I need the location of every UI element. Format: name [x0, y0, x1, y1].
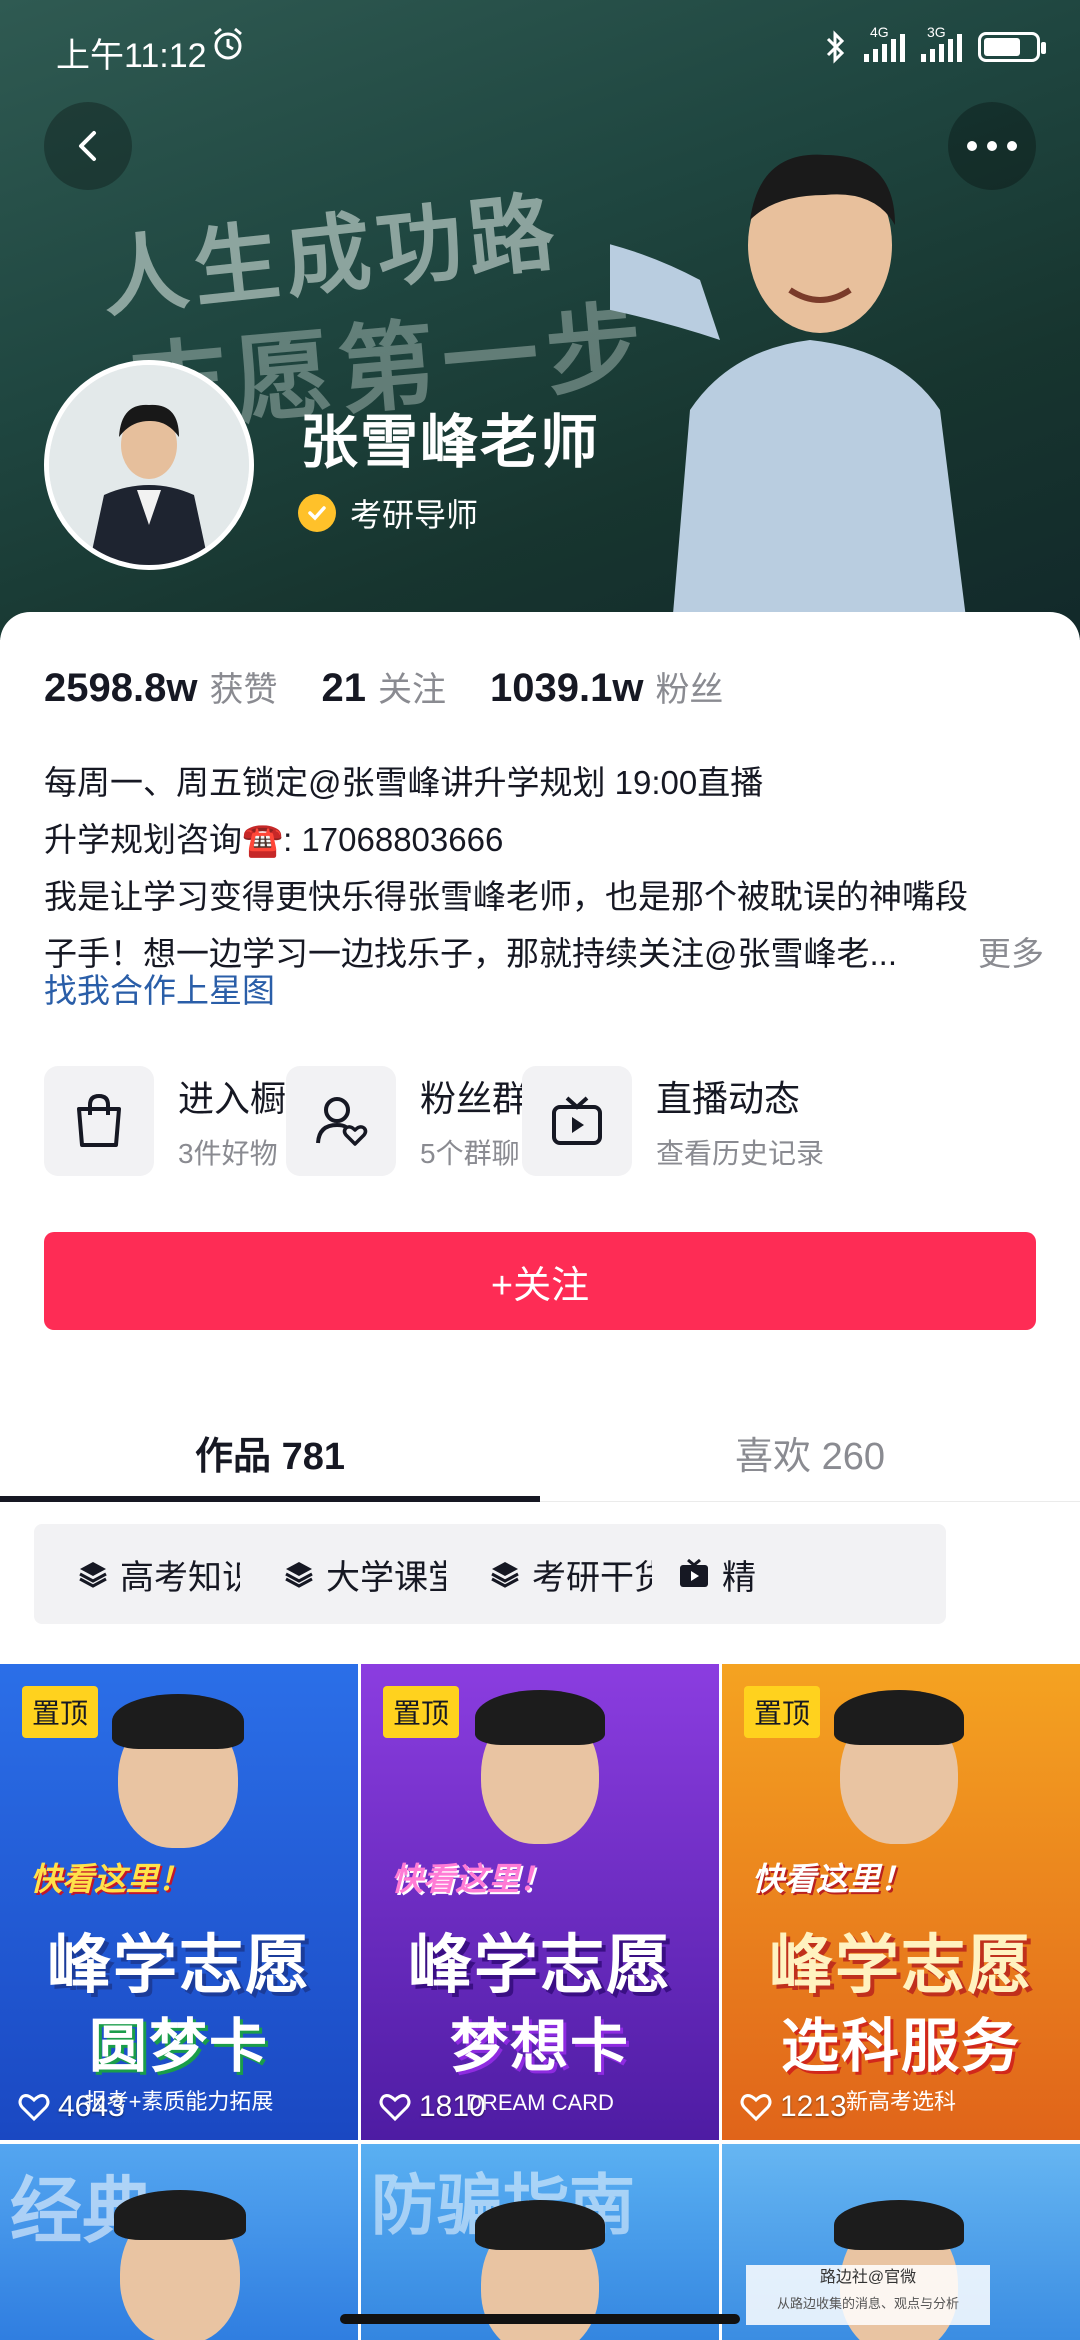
following-count[interactable]: 21 — [321, 666, 366, 711]
thumbnail-title: 峰学志愿 — [769, 1929, 1033, 2001]
profile-entries: 进入橱窗 3件好物 粉丝群 5个群聊 直播动态 查看历史记录 — [44, 1066, 1080, 1178]
pinned-badge: 置顶 — [744, 1686, 821, 1738]
video-grid: 置顶 快看这里！ 峰学志愿 圆梦卡 报考+素质能力拓展 4643 置顶 快看这里… — [0, 1664, 1080, 2340]
status-bar: 上午11:12 4G 3G — [0, 0, 1080, 95]
verified-check-icon — [298, 494, 336, 532]
followers-count[interactable]: 1039.1w — [490, 666, 643, 711]
signal-4g-icon: 4G — [864, 24, 905, 62]
thumbnail-title: 峰学志愿 — [408, 1929, 672, 2001]
entry-fan-group[interactable]: 粉丝群 5个群聊 — [286, 1066, 528, 1176]
thumbnail-hook-text: 快看这里！ — [752, 1861, 913, 1897]
follow-button[interactable]: +关注 — [44, 1232, 1036, 1330]
thumbnail-subtitle: 圆梦卡 — [88, 2014, 269, 2079]
home-indicator[interactable] — [340, 2314, 740, 2324]
tv-icon — [522, 1066, 632, 1176]
collection-chip-label: 考研干货 — [532, 1558, 668, 1597]
thumbnail-subtitle: 选科服务 — [780, 2014, 1021, 2079]
collection-chip-featured[interactable]: 精 — [652, 1524, 946, 1624]
thumbnail-title: 峰学志愿 — [47, 1929, 311, 2001]
profile-card: 2598.8w 获赞 21 关注 1039.1w 粉丝 每周一、周五锁定@张雪峰… — [0, 612, 1080, 2340]
collection-chip-label: 高考知识 — [120, 1558, 256, 1597]
heart-icon — [740, 2094, 772, 2122]
likes-label: 获赞 — [209, 671, 278, 709]
watermark-line-1: 路边社@官微 — [819, 2269, 917, 2286]
signal-3g-icon: 3G — [921, 24, 962, 62]
layers-icon — [491, 1562, 519, 1588]
bio-line-2: 升学规划咨询☎️: 17068803666 — [44, 821, 504, 858]
collection-chip-label: 精 — [722, 1558, 756, 1597]
thumbnail-hook-text: 快看这里！ — [391, 1861, 552, 1897]
avatar-image — [49, 365, 249, 565]
fan-group-icon — [286, 1066, 396, 1176]
video-likes: 1213 — [740, 2090, 847, 2124]
video-likes-count: 4643 — [58, 2090, 125, 2123]
heart-icon — [379, 2094, 411, 2122]
likes-count: 2598.8w — [44, 666, 198, 710]
collection-chips: 高考知识 大学课堂 考研干货 精 — [34, 1524, 1080, 1624]
alarm-icon — [214, 27, 242, 60]
entry-fan-group-subtitle: 5个群聊 — [420, 1138, 520, 1169]
pinned-badge: 置顶 — [22, 1686, 99, 1738]
video-likes-count: 1213 — [780, 2090, 847, 2123]
tab-works[interactable]: 作品 781 — [0, 1402, 540, 1502]
battery-icon — [978, 32, 1046, 62]
video-likes: 1810 — [379, 2090, 486, 2124]
entry-fan-group-title: 粉丝群 — [420, 1078, 529, 1119]
thumbnail-hook-text: 快看这里！ — [30, 1861, 191, 1897]
thumbnail-subtitle: 梦想卡 — [449, 2014, 630, 2079]
video-tile-2[interactable]: 置顶 快看这里！ 峰学志愿 梦想卡 DREAM CARD 1810 — [361, 1664, 719, 2140]
entry-live-title: 直播动态 — [656, 1078, 801, 1119]
active-tab-indicator — [0, 1496, 540, 1502]
following-label[interactable]: 关注 — [378, 662, 446, 711]
profile-bio: 每周一、周五锁定@张雪峰讲升学规划 19:00直播 升学规划咨询☎️: 1706… — [44, 754, 1044, 982]
layers-icon — [285, 1562, 313, 1588]
video-tile-3[interactable]: 置顶 快看这里！ 峰学志愿 选科服务 新高考选科 1213 — [722, 1664, 1080, 2140]
profile-nickname: 张雪峰老师 — [300, 410, 601, 475]
tab-likes[interactable]: 喜欢 260 — [540, 1402, 1080, 1502]
entry-live-updates[interactable]: 直播动态 查看历史记录 — [522, 1066, 824, 1176]
profile-cover: 人生成功路 志愿第一步 上午11:12 4G 3G 张雪峰老师 考研导师 — [0, 0, 1080, 640]
collection-chip-label: 大学课堂 — [326, 1558, 462, 1597]
video-tile-4[interactable]: 经典 — [0, 2144, 358, 2340]
cover-teacher-image — [610, 154, 969, 640]
pinned-badge: 置顶 — [383, 1686, 460, 1738]
watermark: 路边社@官微 从路边收集的消息、观点与分析 — [746, 2265, 990, 2325]
more-button[interactable] — [948, 102, 1036, 190]
more-dots-icon — [967, 141, 1017, 151]
back-button[interactable] — [44, 102, 132, 190]
content-tabs: 作品 781 喜欢 260 — [0, 1402, 1080, 1502]
video-likes: 4643 — [18, 2090, 125, 2124]
avatar[interactable] — [44, 360, 254, 570]
bio-line-1: 每周一、周五锁定@张雪峰讲升学规划 19:00直播 — [44, 764, 764, 801]
bio-line-3: 我是让学习变得更快乐得张雪峰老师，也是那个被耽误的神嘴段 — [44, 878, 968, 915]
watermark-line-2: 从路边收集的消息、观点与分析 — [776, 2296, 959, 2311]
heart-icon — [18, 2094, 50, 2122]
bio-more-button[interactable]: 更多 — [978, 925, 1044, 982]
verification-badge: 考研导师 — [298, 490, 478, 536]
video-tile-1[interactable]: 置顶 快看这里！ 峰学志愿 圆梦卡 报考+素质能力拓展 4643 — [0, 1664, 358, 2140]
starmap-link[interactable]: 找我合作上星图 — [44, 964, 275, 1012]
status-time: 上午11:12 — [56, 37, 207, 75]
video-collection-icon — [680, 1559, 708, 1587]
bluetooth-icon — [826, 30, 845, 64]
chevron-left-icon — [79, 131, 96, 161]
video-likes-count: 1810 — [419, 2090, 486, 2123]
entry-live-subtitle: 查看历史记录 — [656, 1138, 825, 1169]
profile-stats: 2598.8w 获赞 21 关注 1039.1w 粉丝 — [44, 662, 723, 711]
entry-shop-window[interactable]: 进入橱窗 3件好物 — [44, 1066, 322, 1176]
shopping-bag-icon — [44, 1066, 154, 1176]
verification-label: 考研导师 — [350, 497, 479, 533]
layers-icon — [79, 1562, 107, 1588]
video-tile-5[interactable]: 防骗指南 — [361, 2144, 719, 2340]
followers-label[interactable]: 粉丝 — [655, 662, 723, 711]
